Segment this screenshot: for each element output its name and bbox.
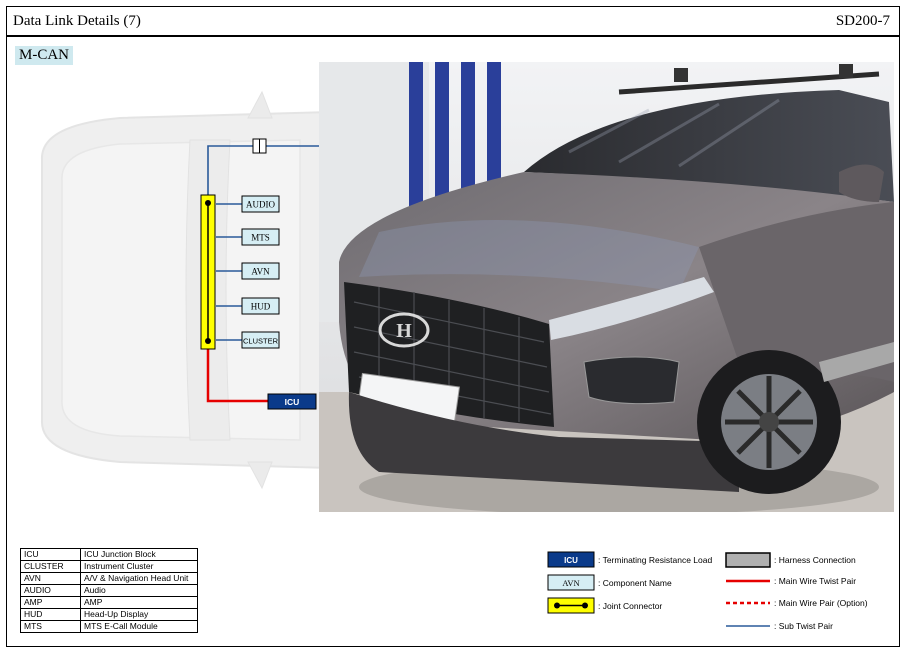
legend-joint-label: : Joint Connector	[598, 601, 663, 611]
component-icu[interactable]: ICU	[267, 393, 317, 410]
table-row: CLUSTER Instrument Cluster	[20, 560, 198, 573]
car-silhouette	[40, 90, 331, 490]
abbreviation-table: ICU ICU Junction Block CLUSTER Instrument …	[20, 548, 198, 633]
abbr-value: A/V & Navigation Head Unit	[80, 572, 198, 585]
component-icu-label: ICU	[285, 397, 300, 407]
legend-main-pair-label: : Main Wire Twist Pair	[774, 576, 857, 586]
component-mts-label: MTS	[251, 233, 270, 243]
component-audio-label: AUDIO	[246, 200, 275, 210]
abbr-key: AMP	[20, 596, 81, 609]
abbr-value: Audio	[80, 584, 198, 597]
component-audio[interactable]: AUDIO	[241, 195, 280, 213]
abbr-value: ICU Junction Block	[80, 548, 198, 561]
vehicle-photo-art: H	[319, 62, 894, 512]
table-row: ICU ICU Junction Block	[20, 548, 198, 561]
abbr-key: CLUSTER	[20, 560, 81, 573]
joint-connector	[200, 194, 216, 350]
svg-text:H: H	[396, 320, 412, 342]
table-row: AUDIO Audio	[20, 584, 198, 597]
abbr-key: ICU	[20, 548, 81, 561]
component-cluster-label: CLUSTER	[243, 337, 279, 346]
abbr-key: HUD	[20, 608, 81, 621]
legend-sub-pair-label: : Sub Twist Pair	[774, 621, 833, 631]
abbr-value: Instrument Cluster	[80, 560, 198, 573]
table-row: MTS MTS E-Call Module	[20, 620, 198, 633]
legend-harness-label: : Harness Connection	[774, 555, 856, 565]
abbr-value: MTS E-Call Module	[80, 620, 198, 633]
component-hud-label: HUD	[251, 302, 271, 312]
abbr-key: MTS	[20, 620, 81, 633]
abbr-value: AMP	[80, 596, 198, 609]
vehicle-photo: H	[319, 62, 894, 512]
abbr-key: AUDIO	[20, 584, 81, 597]
legend-component-label: : Component Name	[598, 578, 672, 588]
component-mts[interactable]: MTS	[241, 228, 280, 246]
abbr-value: Head-Up Display	[80, 608, 198, 621]
component-avn-label: AVN	[251, 267, 270, 277]
abbr-key: AVN	[20, 572, 81, 585]
harness-connector	[252, 138, 267, 154]
legend-terminating-label: : Terminating Resistance Load	[598, 555, 713, 565]
component-cluster[interactable]: CLUSTER	[241, 331, 280, 349]
table-row: AMP AMP	[20, 596, 198, 609]
legend-main-pair-option-label: : Main Wire Pair (Option)	[774, 598, 868, 608]
table-row: AVN A/V & Navigation Head Unit	[20, 572, 198, 585]
component-avn[interactable]: AVN	[241, 262, 280, 280]
component-hud[interactable]: HUD	[241, 297, 280, 315]
table-row: HUD Head-Up Display	[20, 608, 198, 621]
